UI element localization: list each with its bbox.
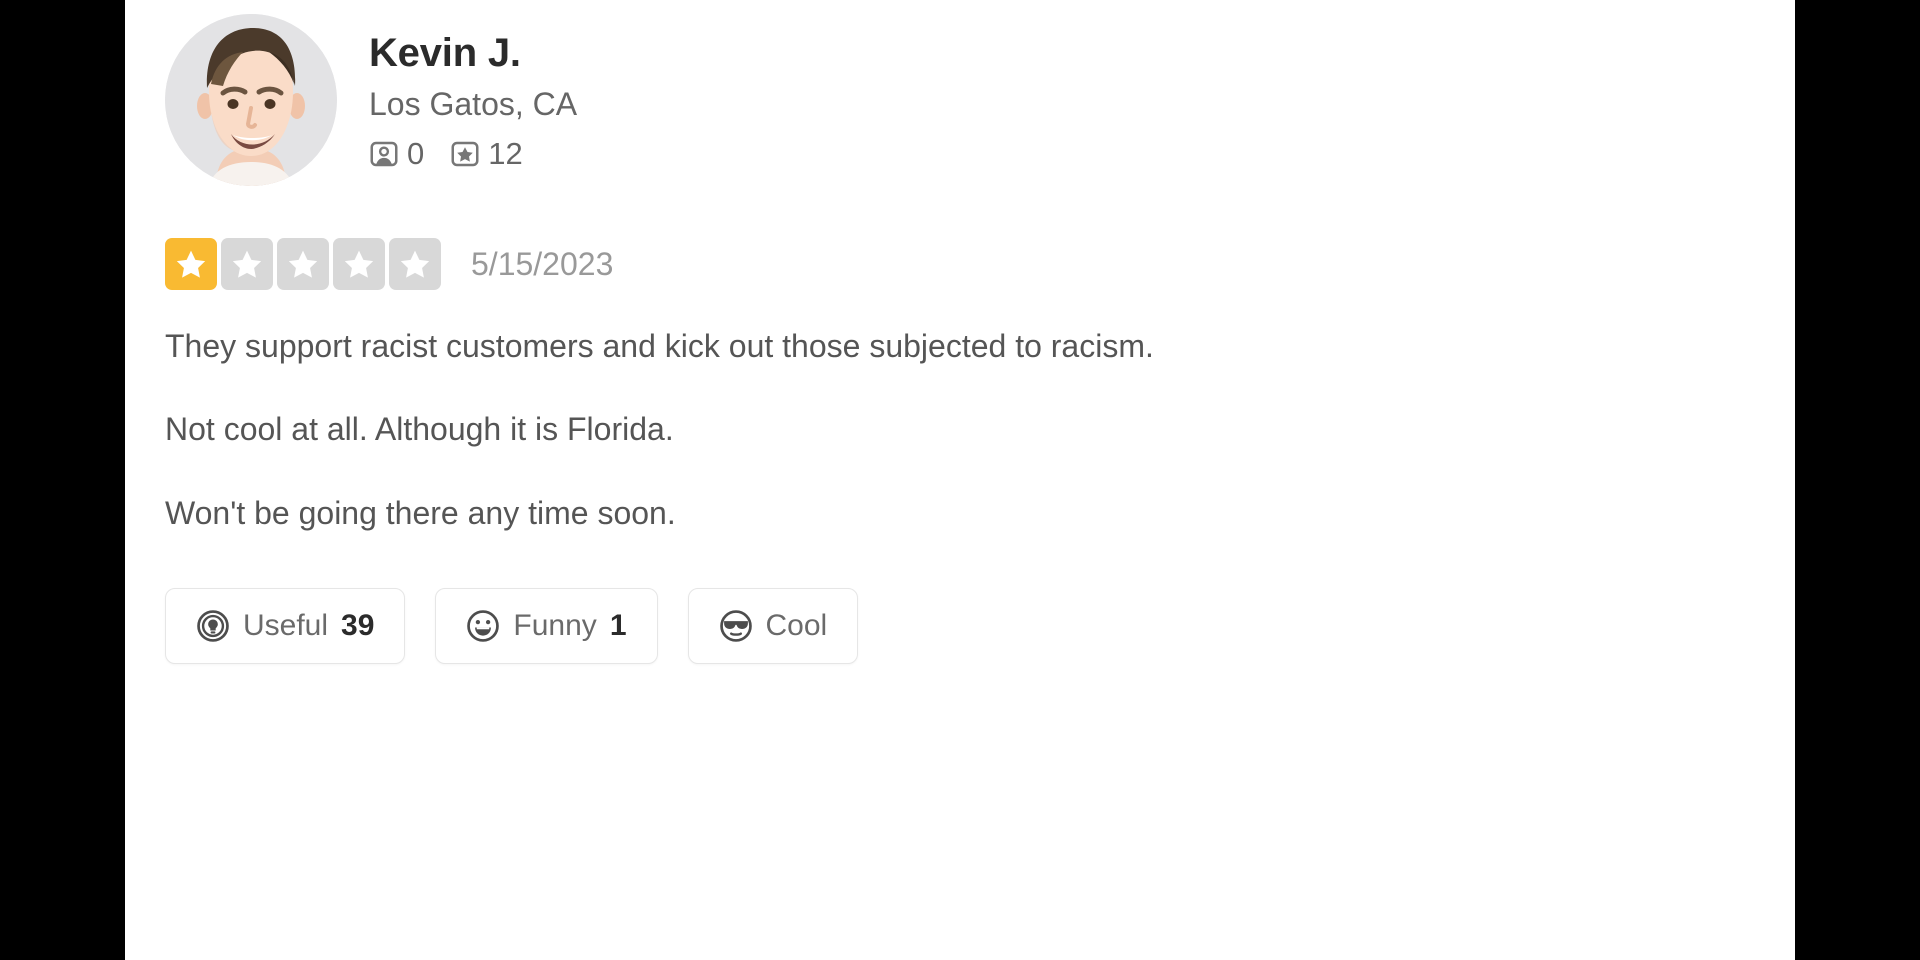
star-5 [389, 238, 441, 290]
screen: Kevin J. Los Gatos, CA 0 12 5/15/2023 Th… [0, 0, 1920, 960]
user-identity: Kevin J. Los Gatos, CA 0 12 [369, 14, 577, 169]
content-page: Kevin J. Los Gatos, CA 0 12 5/15/2023 Th… [125, 0, 1795, 960]
review-paragraph-2: Not cool at all. Although it is Florida. [165, 411, 674, 448]
user-name[interactable]: Kevin J. [369, 30, 577, 77]
useful-count: 39 [341, 609, 375, 643]
laughing-face-icon [466, 609, 500, 643]
star-1 [165, 238, 217, 290]
funny-count: 1 [609, 609, 627, 643]
lightbulb-icon [196, 609, 230, 643]
stat-reviews-value: 12 [488, 136, 523, 172]
useful-label: Useful [243, 609, 329, 643]
review-paragraph-3: Won't be going there any time soon. [165, 494, 676, 531]
star-3 [277, 238, 329, 290]
funny-label: Funny [513, 609, 597, 643]
review-paragraph-1: They support racist customers and kick o… [165, 328, 1154, 364]
star-badge-icon [450, 139, 480, 169]
review-card: Kevin J. Los Gatos, CA 0 12 5/15/2023 Th… [125, 0, 1795, 665]
letterbox-left [0, 0, 125, 960]
rating-row: 5/15/2023 [125, 186, 1795, 290]
star-4 [333, 238, 385, 290]
avatar[interactable] [165, 14, 337, 186]
stat-photos: 0 [369, 138, 424, 169]
stat-reviews: 12 [450, 136, 523, 172]
review-actions: Useful 39 Funny 1 Cool [125, 536, 1795, 665]
stat-photos-value: 0 [407, 136, 425, 172]
review-header: Kevin J. Los Gatos, CA 0 12 [125, 0, 1795, 186]
useful-button[interactable]: Useful 39 [165, 588, 406, 665]
letterbox-right [1795, 0, 1920, 960]
funny-button[interactable]: Funny 1 [435, 588, 658, 665]
cool-label: Cool [765, 609, 828, 643]
user-portrait-avatar-icon [165, 14, 337, 186]
user-stats: 0 12 [369, 138, 577, 169]
user-location: Los Gatos, CA [369, 86, 578, 123]
cool-button[interactable]: Cool [687, 588, 859, 665]
star-rating[interactable] [165, 238, 441, 290]
sunglasses-face-icon [719, 609, 753, 643]
star-2 [221, 238, 273, 290]
review-text: They support racist customers and kick o… [125, 290, 1795, 536]
photo-icon [369, 139, 399, 169]
review-date: 5/15/2023 [471, 246, 614, 282]
